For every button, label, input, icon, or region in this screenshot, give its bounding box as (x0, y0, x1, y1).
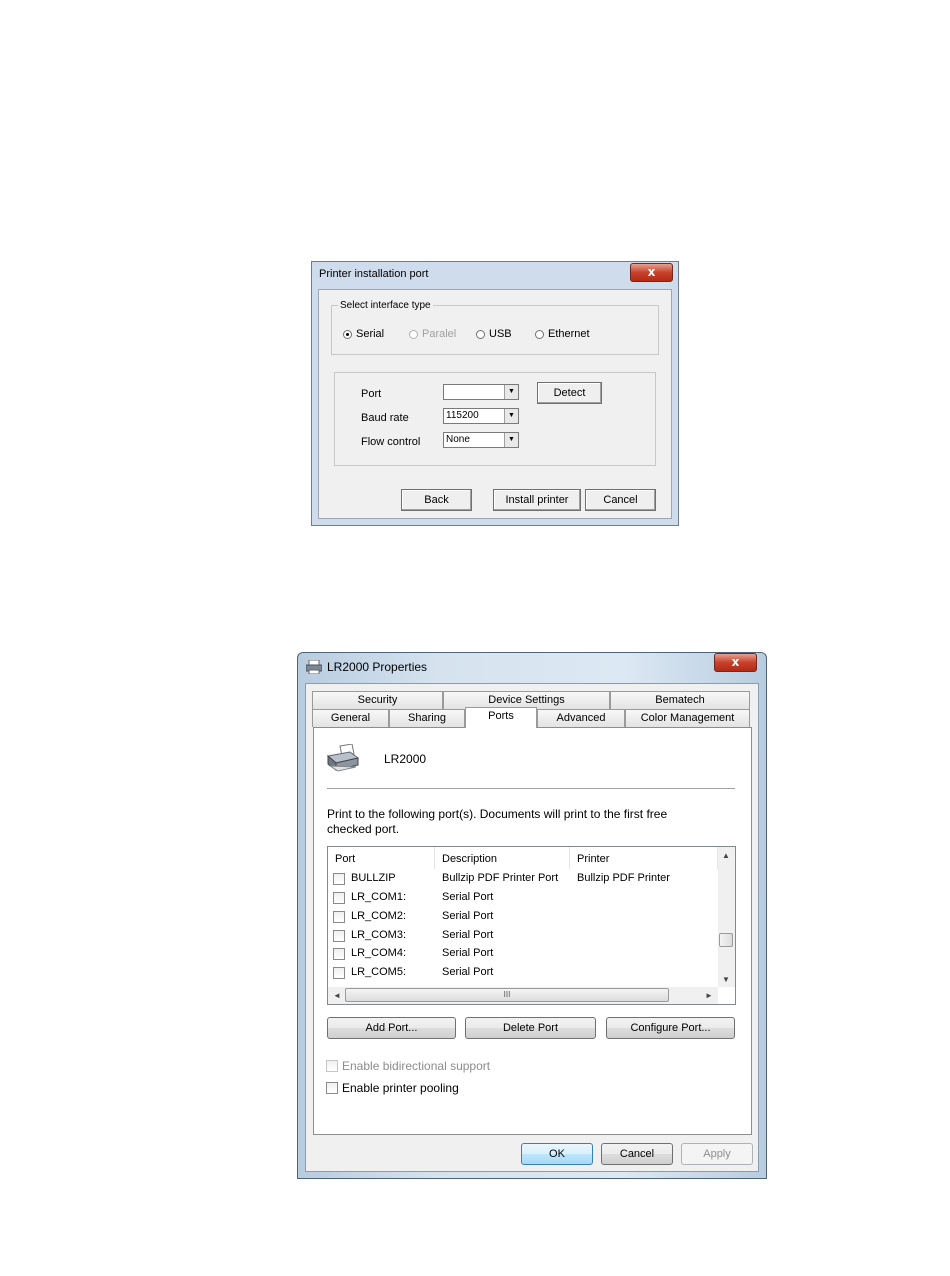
close-button[interactable]: x (630, 263, 673, 282)
scroll-right-icon[interactable]: ► (705, 991, 713, 1000)
port-cell: BULLZIP (351, 872, 396, 884)
bidirectional-label: Enable bidirectional support (342, 1059, 491, 1073)
radio-selected-icon (343, 329, 352, 339)
port-checkbox[interactable] (333, 873, 345, 885)
close-button[interactable]: x (714, 653, 757, 672)
radio-icon (476, 329, 485, 339)
column-header-port[interactable]: Port (328, 847, 435, 869)
table-row[interactable]: LR_COM4: Serial Port (328, 946, 718, 964)
radio-usb[interactable]: USB (476, 328, 512, 340)
vertical-scrollbar[interactable]: ▲ ▼ (718, 847, 735, 987)
ok-button[interactable]: OK (521, 1143, 593, 1165)
combo-value: 115200 (446, 410, 479, 421)
port-checkbox[interactable] (333, 948, 345, 960)
dialog-title: Printer installation port (319, 268, 429, 280)
port-checkbox[interactable] (333, 911, 345, 923)
horizontal-scroll-thumb[interactable]: III (345, 988, 669, 1002)
baud-rate-combo[interactable]: 115200 ▼ (443, 408, 519, 424)
port-checkbox[interactable] (333, 892, 345, 904)
detect-button[interactable]: Detect (537, 382, 602, 404)
chevron-down-icon[interactable]: ▼ (504, 409, 518, 423)
horizontal-scrollbar[interactable]: ◄ III ► (328, 987, 718, 1004)
close-icon: x (647, 265, 656, 279)
configure-port-button[interactable]: Configure Port... (606, 1017, 735, 1039)
radio-serial[interactable]: Serial (343, 328, 384, 340)
combo-value: None (446, 434, 470, 445)
tab-color-management[interactable]: Color Management (625, 709, 750, 727)
instruction-line-1: Print to the following port(s). Document… (327, 807, 668, 821)
radio-icon (409, 329, 418, 339)
scroll-down-icon[interactable]: ▼ (722, 975, 730, 984)
description-cell: Bullzip PDF Printer Port (442, 872, 559, 884)
baud-rate-label: Baud rate (361, 412, 409, 424)
column-header-description[interactable]: Description (435, 847, 570, 869)
back-button[interactable]: Back (401, 489, 472, 511)
radio-ethernet[interactable]: Ethernet (535, 328, 590, 340)
scroll-grip: III (503, 990, 511, 999)
table-row[interactable]: LR_COM3: Serial Port (328, 928, 718, 946)
description-cell: Serial Port (442, 947, 494, 959)
table-row[interactable]: LR_COM1: Serial Port (328, 890, 718, 908)
scroll-left-icon[interactable]: ◄ (333, 991, 341, 1000)
port-checkbox[interactable] (333, 967, 345, 979)
port-cell: LR_COM1: (351, 891, 407, 903)
port-cell: LR_COM2: (351, 910, 407, 922)
chevron-down-icon[interactable]: ▼ (504, 433, 518, 447)
tab-security[interactable]: Security (312, 691, 443, 709)
flow-control-combo[interactable]: None ▼ (443, 432, 519, 448)
scroll-up-icon[interactable]: ▲ (722, 851, 730, 860)
radio-label: Ethernet (548, 328, 590, 340)
radio-icon (535, 329, 544, 339)
port-label: Port (361, 388, 382, 400)
description-cell: Serial Port (442, 966, 494, 978)
radio-label: Serial (356, 328, 385, 340)
close-icon: x (731, 655, 740, 669)
cancel-button[interactable]: Cancel (585, 489, 656, 511)
tab-bematech[interactable]: Bematech (610, 691, 750, 709)
port-cell: LR_COM5: (351, 966, 407, 978)
separator (327, 788, 735, 789)
printer-cell: Bullzip PDF Printer (577, 872, 670, 884)
port-checkbox[interactable] (333, 930, 345, 942)
delete-port-button[interactable]: Delete Port (465, 1017, 596, 1039)
group-label: Select interface type (340, 300, 431, 311)
table-row[interactable]: LR_COM5: Serial Port (328, 965, 718, 983)
table-row[interactable]: LR_COM2: Serial Port (328, 909, 718, 927)
description-cell: Serial Port (442, 891, 494, 903)
description-cell: Serial Port (442, 929, 494, 941)
printer-icon (326, 744, 360, 772)
port-combo[interactable]: ▼ (443, 384, 519, 400)
radio-label: USB (489, 328, 512, 340)
radio-label: Paralel (422, 328, 457, 340)
add-port-button[interactable]: Add Port... (327, 1017, 456, 1039)
pooling-checkbox[interactable] (326, 1082, 338, 1094)
instruction-line-2: checked port. (327, 822, 400, 836)
dialog-body: Select interface type Serial Paralel USB… (318, 289, 672, 519)
flow-control-label: Flow control (361, 436, 421, 448)
printer-icon (306, 660, 322, 674)
tab-general[interactable]: General (312, 709, 389, 727)
port-list[interactable]: Port Description Printer BULLZIP Bullzip… (327, 846, 736, 1005)
table-row[interactable]: BULLZIP Bullzip PDF Printer Port Bullzip… (328, 871, 718, 889)
chevron-down-icon[interactable]: ▼ (504, 385, 518, 399)
printer-installation-port-dialog: Printer installation port x Select inter… (311, 261, 679, 526)
install-printer-button[interactable]: Install printer (493, 489, 581, 511)
description-cell: Serial Port (442, 910, 494, 922)
bidirectional-checkbox (326, 1060, 338, 1072)
column-header-printer[interactable]: Printer (570, 847, 718, 869)
tab-ports[interactable]: Ports (465, 707, 537, 728)
apply-button: Apply (681, 1143, 753, 1165)
pooling-label: Enable printer pooling (342, 1081, 459, 1095)
port-cell: LR_COM3: (351, 929, 407, 941)
tab-advanced[interactable]: Advanced (537, 709, 625, 727)
port-cell: LR_COM4: (351, 947, 407, 959)
dialog-title: LR2000 Properties (327, 660, 428, 674)
radio-paralel: Paralel (409, 328, 456, 340)
printer-name: LR2000 (384, 752, 427, 766)
tab-sharing[interactable]: Sharing (389, 709, 465, 727)
cancel-button[interactable]: Cancel (601, 1143, 673, 1165)
vertical-scroll-thumb[interactable] (719, 933, 733, 947)
